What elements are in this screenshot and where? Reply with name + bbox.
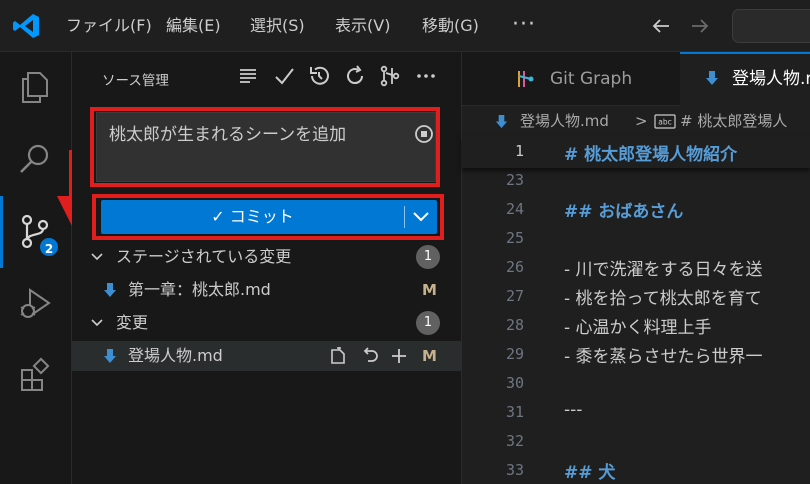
changes-header[interactable]: 変更 1 — [72, 308, 462, 338]
staged-file-item[interactable]: 第一章：桃太郎.md M — [72, 275, 462, 305]
line-number: 26 — [505, 258, 524, 276]
modified-status: M — [422, 347, 437, 365]
explorer-icon — [22, 72, 48, 103]
generate-message-icon[interactable] — [413, 123, 435, 145]
editor-tabs: Git Graph 登場人物.md — [462, 52, 810, 106]
activity-extensions[interactable] — [0, 340, 72, 412]
changed-file-name: 登場人物.md — [128, 346, 223, 365]
staged-count-badge: 1 — [416, 245, 440, 269]
extensions-icon — [21, 357, 50, 391]
commit-button[interactable]: ✓ コミット — [101, 200, 437, 234]
line-number: 31 — [505, 403, 524, 421]
code-line: - 桃を拾って桃太郎を育て — [564, 289, 762, 309]
commit-check-icon[interactable] — [272, 64, 296, 88]
line-number: 27 — [505, 287, 524, 305]
line-number: 24 — [505, 200, 524, 218]
discard-changes-icon[interactable] — [361, 347, 379, 365]
back-arrow-icon[interactable] — [649, 14, 673, 38]
tab-characters-md[interactable]: 登場人物.md — [680, 52, 810, 106]
markdown-file-icon — [104, 349, 116, 363]
svg-text:abc: abc — [658, 118, 671, 127]
refresh-icon[interactable] — [343, 64, 367, 88]
stage-changes-icon[interactable] — [390, 347, 408, 365]
tab-git-graph[interactable]: Git Graph — [462, 52, 680, 106]
activity-explorer[interactable] — [0, 52, 72, 124]
breadcrumb-file[interactable]: 登場人物.md — [520, 106, 609, 136]
menu-file[interactable]: ファイル(F) — [66, 0, 152, 52]
commit-message-input[interactable]: 桃太郎が生まれるシーンを追加 — [96, 112, 436, 182]
menu-more[interactable]: ··· — [512, 0, 536, 52]
changes-label: 変更 — [116, 313, 149, 332]
staged-file-name: 第一章：桃太郎.md — [128, 280, 271, 299]
menu-go[interactable]: 移動(G) — [422, 0, 479, 52]
chevron-down-icon[interactable] — [405, 200, 437, 234]
commit-message-text: 桃太郎が生まれるシーンを追加 — [109, 125, 347, 145]
line-number: 32 — [505, 432, 524, 450]
title-bar: ファイル(F) 編集(E) 選択(S) 表示(V) 移動(G) ··· — [0, 0, 810, 52]
line-number: 25 — [505, 229, 524, 247]
breadcrumb-symbol[interactable]: # 桃太郎登場人 — [680, 106, 787, 136]
tab-git-graph-label: Git Graph — [550, 69, 633, 89]
line-number: 23 — [505, 171, 524, 189]
staged-changes-label: ステージされている変更 — [116, 247, 292, 266]
menu-view[interactable]: 表示(V) — [335, 0, 390, 52]
run-debug-icon — [20, 288, 51, 318]
breadcrumb: 登場人物.md > abc # 桃太郎登場人 — [462, 106, 810, 136]
panel-title: ソース管理 — [102, 73, 169, 89]
markdown-file-icon — [495, 114, 508, 129]
scm-badge: 2 — [38, 236, 60, 258]
line-number: 30 — [505, 374, 524, 392]
code-line: --- — [564, 400, 583, 420]
modified-status: M — [422, 281, 437, 299]
markdown-file-icon — [104, 283, 116, 297]
code-heading: ## 犬 — [564, 463, 616, 483]
activity-run-debug[interactable] — [0, 268, 72, 340]
chevron-down-icon — [91, 253, 103, 261]
line-number: 1 — [514, 142, 524, 160]
menu-edit[interactable]: 編集(E) — [166, 0, 221, 52]
breadcrumb-separator: > — [635, 112, 648, 130]
more-actions-icon[interactable] — [414, 64, 438, 88]
changes-count-badge: 1 — [416, 311, 440, 335]
source-control-panel: ソース管理 桃太郎が生まれるシーンを追加 ✓ コミット ステージされている変更 … — [72, 52, 462, 484]
open-file-icon[interactable] — [328, 347, 348, 365]
git-graph-icon — [518, 71, 534, 87]
sticky-scroll-header[interactable]: 1 # 桃太郎登場人物紹介 — [462, 136, 810, 168]
tab-characters-label: 登場人物.md — [732, 69, 810, 89]
line-number: 29 — [505, 345, 524, 363]
changed-file-item[interactable]: 登場人物.md M — [72, 341, 462, 371]
view-as-list-icon[interactable] — [236, 64, 260, 88]
commit-button-label: ✓ コミット — [211, 207, 294, 226]
command-center-search[interactable] — [732, 9, 810, 43]
forward-arrow-icon[interactable] — [688, 14, 712, 38]
editor-area: Git Graph 登場人物.md 登場人物.md > abc # 桃太郎登場人… — [462, 52, 810, 484]
git-graph-icon[interactable] — [378, 64, 402, 88]
code-line: - 心温かく料理上手 — [564, 318, 712, 338]
line-number: 33 — [505, 461, 524, 479]
menu-selection[interactable]: 選択(S) — [250, 0, 305, 52]
line-number: 28 — [505, 316, 524, 334]
staged-changes-header[interactable]: ステージされている変更 1 — [72, 242, 462, 272]
search-icon — [20, 144, 49, 173]
code-heading: ## おばあさん — [564, 202, 684, 222]
activity-bar: 2 — [0, 52, 72, 484]
code-line: - 黍を蒸らさせたら世界一 — [564, 347, 763, 367]
vscode-logo-icon — [13, 14, 39, 38]
symbol-string-icon: abc — [654, 114, 676, 129]
markdown-file-icon — [706, 71, 718, 85]
code-line: - 川で洗濯をする日々を送 — [564, 260, 763, 280]
chevron-down-icon — [91, 319, 103, 327]
history-icon[interactable] — [307, 64, 331, 88]
sticky-heading: # 桃太郎登場人物紹介 — [564, 145, 738, 165]
